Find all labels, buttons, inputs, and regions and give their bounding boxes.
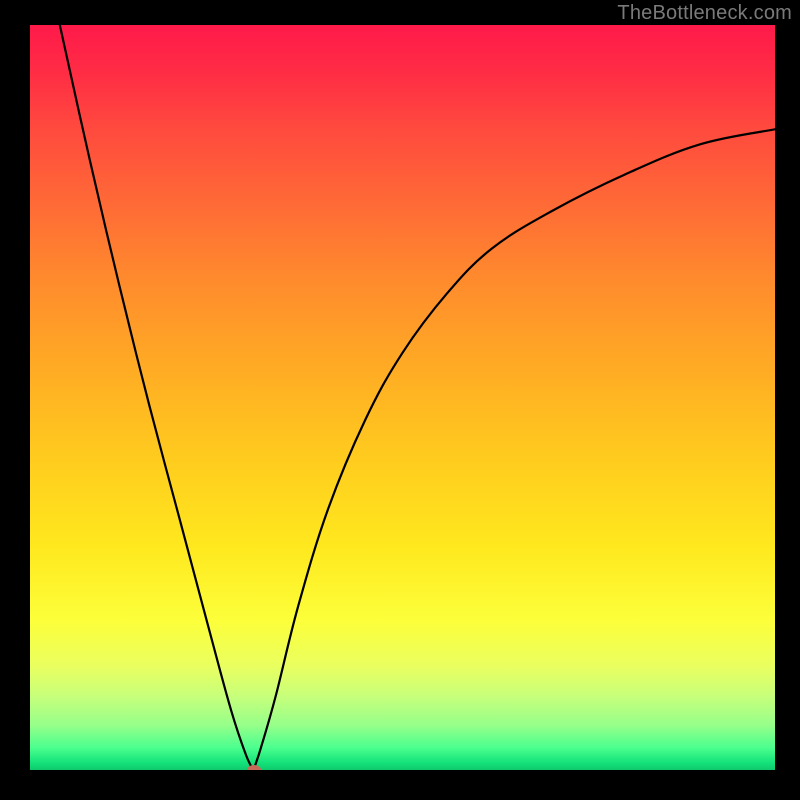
watermark-text: TheBottleneck.com (617, 2, 792, 25)
right-branch-path (254, 129, 776, 770)
left-branch-path (60, 25, 254, 770)
plot-area (30, 25, 775, 770)
chart-container: TheBottleneck.com (0, 0, 800, 800)
curve-svg (30, 25, 775, 770)
minimum-marker (247, 765, 261, 770)
